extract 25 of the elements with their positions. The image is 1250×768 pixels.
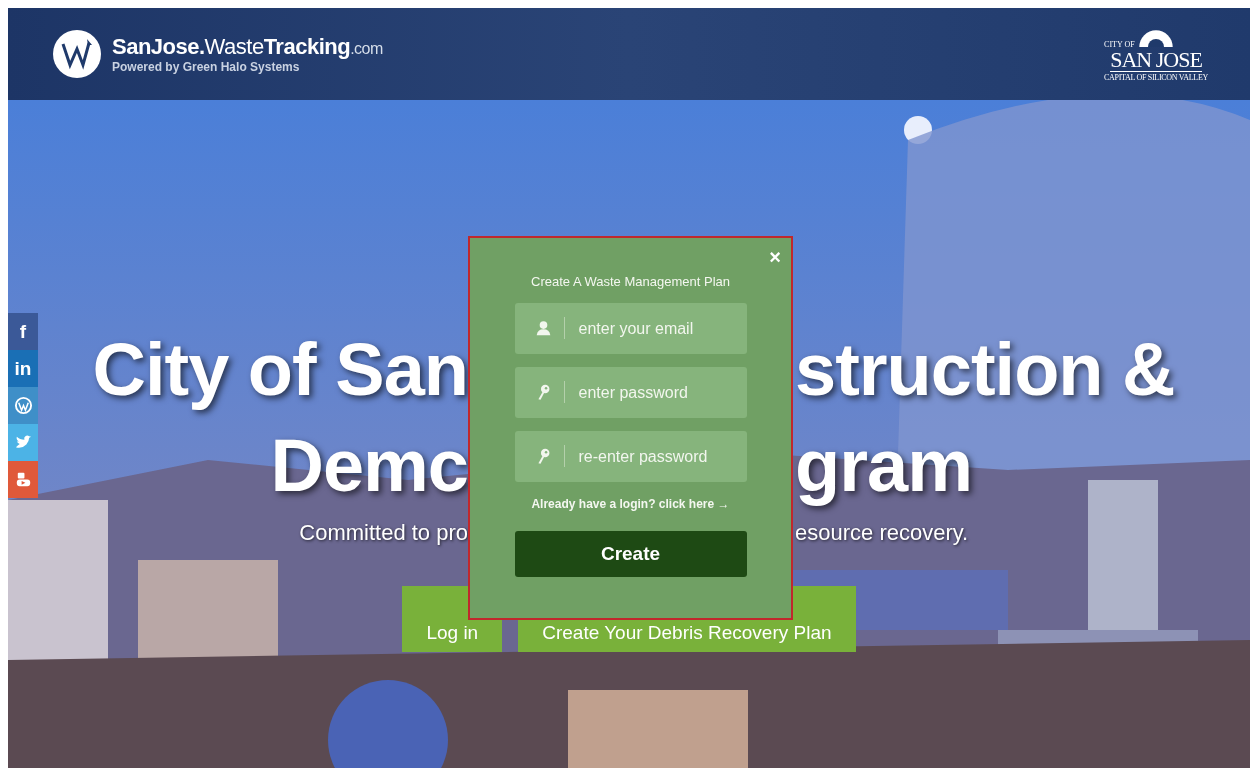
site-name[interactable]: SanJose.WasteTracking.com <box>112 34 383 60</box>
youtube-link[interactable] <box>8 461 38 498</box>
headline-text: struction & <box>795 327 1175 413</box>
dialog-title: Create A Waste Management Plan <box>531 274 730 289</box>
headline-text: gram <box>795 423 972 510</box>
headline-text: City of San <box>92 327 468 413</box>
linkedin-link[interactable]: in <box>8 350 38 387</box>
input-field[interactable]: re-enter password <box>514 431 747 482</box>
city-label: CITY OF <box>1104 40 1135 49</box>
twitter-link[interactable] <box>8 424 38 461</box>
tagline: Powered by Green Halo Systems <box>112 60 301 74</box>
create-button[interactable]: Create <box>514 531 747 577</box>
city-motto: CAPITAL OF SILICON VALLEY <box>1104 73 1208 82</box>
input-field[interactable]: enter password <box>514 367 747 418</box>
subtitle-text: Committed to pro <box>299 520 468 547</box>
login-link[interactable]: Already have a login? click here → <box>531 497 730 511</box>
input-field[interactable]: enter your email <box>514 303 747 354</box>
logo-icon <box>52 29 102 79</box>
subtitle-text: esource recovery. <box>795 520 969 547</box>
headline-text: Demc <box>270 423 468 510</box>
wordpress-link[interactable] <box>8 387 38 424</box>
facebook-link[interactable]: f <box>8 313 38 350</box>
city-name: SAN JOSE <box>1110 48 1202 72</box>
close-button[interactable]: × <box>769 246 781 269</box>
wordpress-icon <box>13 396 33 415</box>
